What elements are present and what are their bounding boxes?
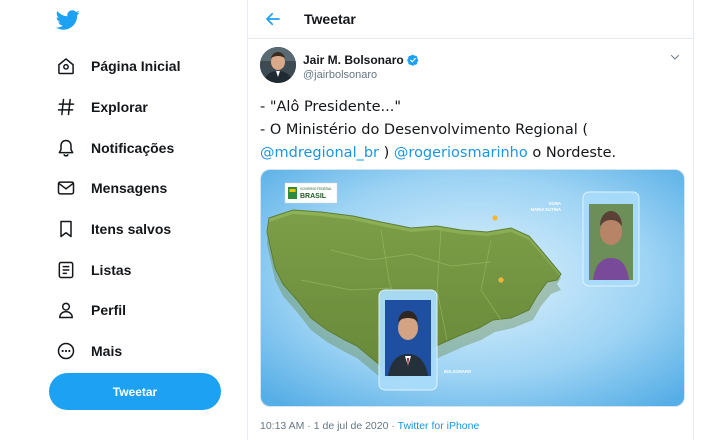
envelope-icon [55,177,77,199]
brand-top-text: GOVERNO FEDERAL [300,187,332,191]
verified-badge-icon [406,54,419,66]
list-icon [55,259,77,281]
page-title: Tweetar [304,11,356,27]
nav-item-more[interactable]: Mais [55,331,180,372]
person-icon [55,299,77,321]
nav-label: Perfil [91,302,127,319]
media-illustration: GOVERNO FEDERAL BRASIL DONA MARIA EUTINA [261,170,684,406]
tweet-time[interactable]: 10:13 AM [260,420,304,432]
nav-label: Mais [91,343,123,360]
brasil-logo: GOVERNO FEDERAL BRASIL [284,182,338,204]
avatar[interactable] [260,47,296,83]
arrow-left-icon[interactable] [264,10,282,28]
primary-nav: Página Inicial Explorar Notificações Men… [55,46,180,372]
tweet-source-link[interactable]: Twitter for iPhone [398,420,480,432]
text-tail: o Nordeste. [527,145,617,161]
tweet-line-3: @mdregional_br ) @rogeriosmarinho o Nord… [260,142,680,165]
nav-label: Notificações [91,139,175,156]
nav-label: Explorar [91,99,148,116]
nav-item-bookmarks[interactable]: Itens salvos [55,209,180,250]
meta-dot: · [304,420,314,432]
more-icon [55,340,77,362]
brand-text: BRASIL [300,193,327,200]
author-handle[interactable]: @jairbolsonaro [303,69,377,81]
main-column: Tweetar Jair M. Bolsonaro @jairbolsonaro… [247,0,694,440]
hashtag-icon [55,96,77,118]
bookmark-icon [55,218,77,240]
page-header: Tweetar [248,0,693,39]
compose-tweet-button[interactable]: Tweetar [49,373,221,410]
tweet-text: - "Alô Presidente..." - O Ministério do … [260,96,680,165]
author-name-text: Jair M. Bolsonaro [303,53,404,67]
chevron-down-icon[interactable] [669,51,681,63]
nav-label: Mensagens [91,180,168,197]
home-icon [55,55,77,77]
nav-label: Listas [91,261,132,278]
card-right-line1: DONA [549,201,561,206]
nav-item-lists[interactable]: Listas [55,249,180,290]
author-name[interactable]: Jair M. Bolsonaro [303,53,419,67]
card-right-line2: MARIA EUTINA [531,207,561,212]
tweet-line-2: - O Ministério do Desenvolvimento Region… [260,122,588,138]
text-separator: ) [379,145,394,161]
tweet-author: Jair M. Bolsonaro @jairbolsonaro [260,47,681,87]
nav-item-messages[interactable]: Mensagens [55,168,180,209]
mention-link[interactable]: @rogeriosmarinho [394,145,528,161]
tweet-date[interactable]: 1 de jul de 2020 [314,420,389,432]
nav-item-profile[interactable]: Perfil [55,290,180,331]
nav-item-notifications[interactable]: Notificações [55,127,180,168]
tweet-media-video[interactable]: GOVERNO FEDERAL BRASIL DONA MARIA EUTINA [260,169,685,407]
meta-dot: · [388,420,398,432]
nav-item-explore[interactable]: Explorar [55,87,180,128]
card-left-label: BOLSONARO [444,369,472,374]
nav-item-home[interactable]: Página Inicial [55,46,180,87]
mention-link[interactable]: @mdregional_br [260,145,379,161]
sidebar: Página Inicial Explorar Notificações Men… [0,0,247,440]
tweet-line-1: - "Alô Presidente..." [260,99,401,115]
tweet-meta: 10:13 AM · 1 de jul de 2020 · Twitter fo… [260,420,479,432]
bell-icon [55,137,77,159]
nav-label: Página Inicial [91,58,181,75]
nav-label: Itens salvos [91,221,172,238]
twitter-bird-icon[interactable] [55,8,80,32]
